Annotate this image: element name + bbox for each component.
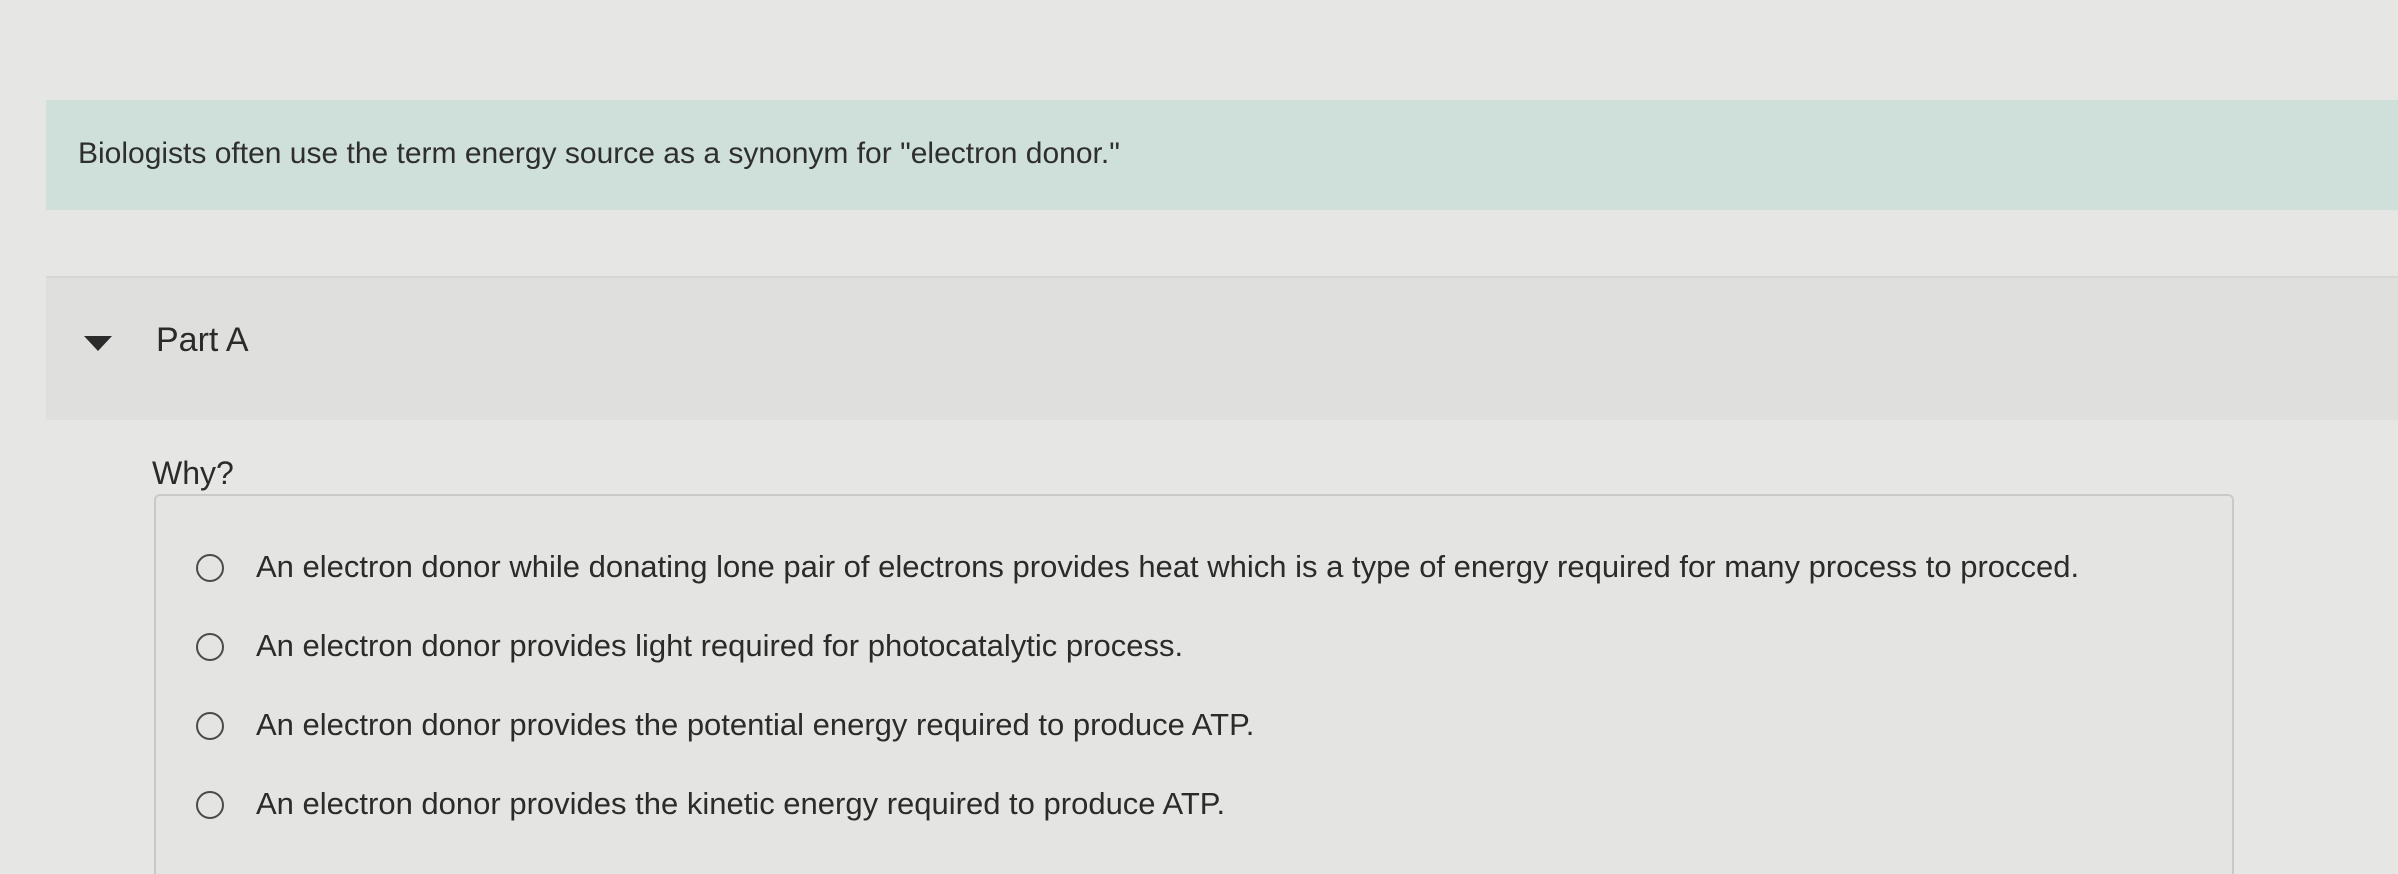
answer-option[interactable]: An electron donor provides the potential… [196, 706, 2079, 785]
radio-button-icon[interactable] [196, 791, 224, 819]
answer-option-label[interactable]: An electron donor provides light require… [256, 627, 1183, 665]
answer-option[interactable]: An electron donor provides the kinetic e… [196, 785, 2079, 864]
answer-option-label[interactable]: An electron donor provides the kinetic e… [256, 785, 1225, 823]
intro-text: Biologists often use the term energy sou… [78, 137, 1120, 170]
answer-options-list: An electron donor while donating lone pa… [196, 548, 2079, 864]
answer-option[interactable]: An electron donor while donating lone pa… [196, 548, 2079, 627]
caret-down-icon[interactable] [84, 336, 112, 351]
part-title[interactable]: Part A [156, 320, 249, 360]
radio-button-icon[interactable] [196, 554, 224, 582]
answer-option-label[interactable]: An electron donor while donating lone pa… [256, 548, 2079, 586]
answer-option[interactable]: An electron donor provides light require… [196, 627, 2079, 706]
part-a-header[interactable] [46, 278, 2398, 420]
radio-button-icon[interactable] [196, 712, 224, 740]
answer-option-label[interactable]: An electron donor provides the potential… [256, 706, 1254, 744]
question-prompt: Why? [152, 455, 234, 491]
radio-button-icon[interactable] [196, 633, 224, 661]
